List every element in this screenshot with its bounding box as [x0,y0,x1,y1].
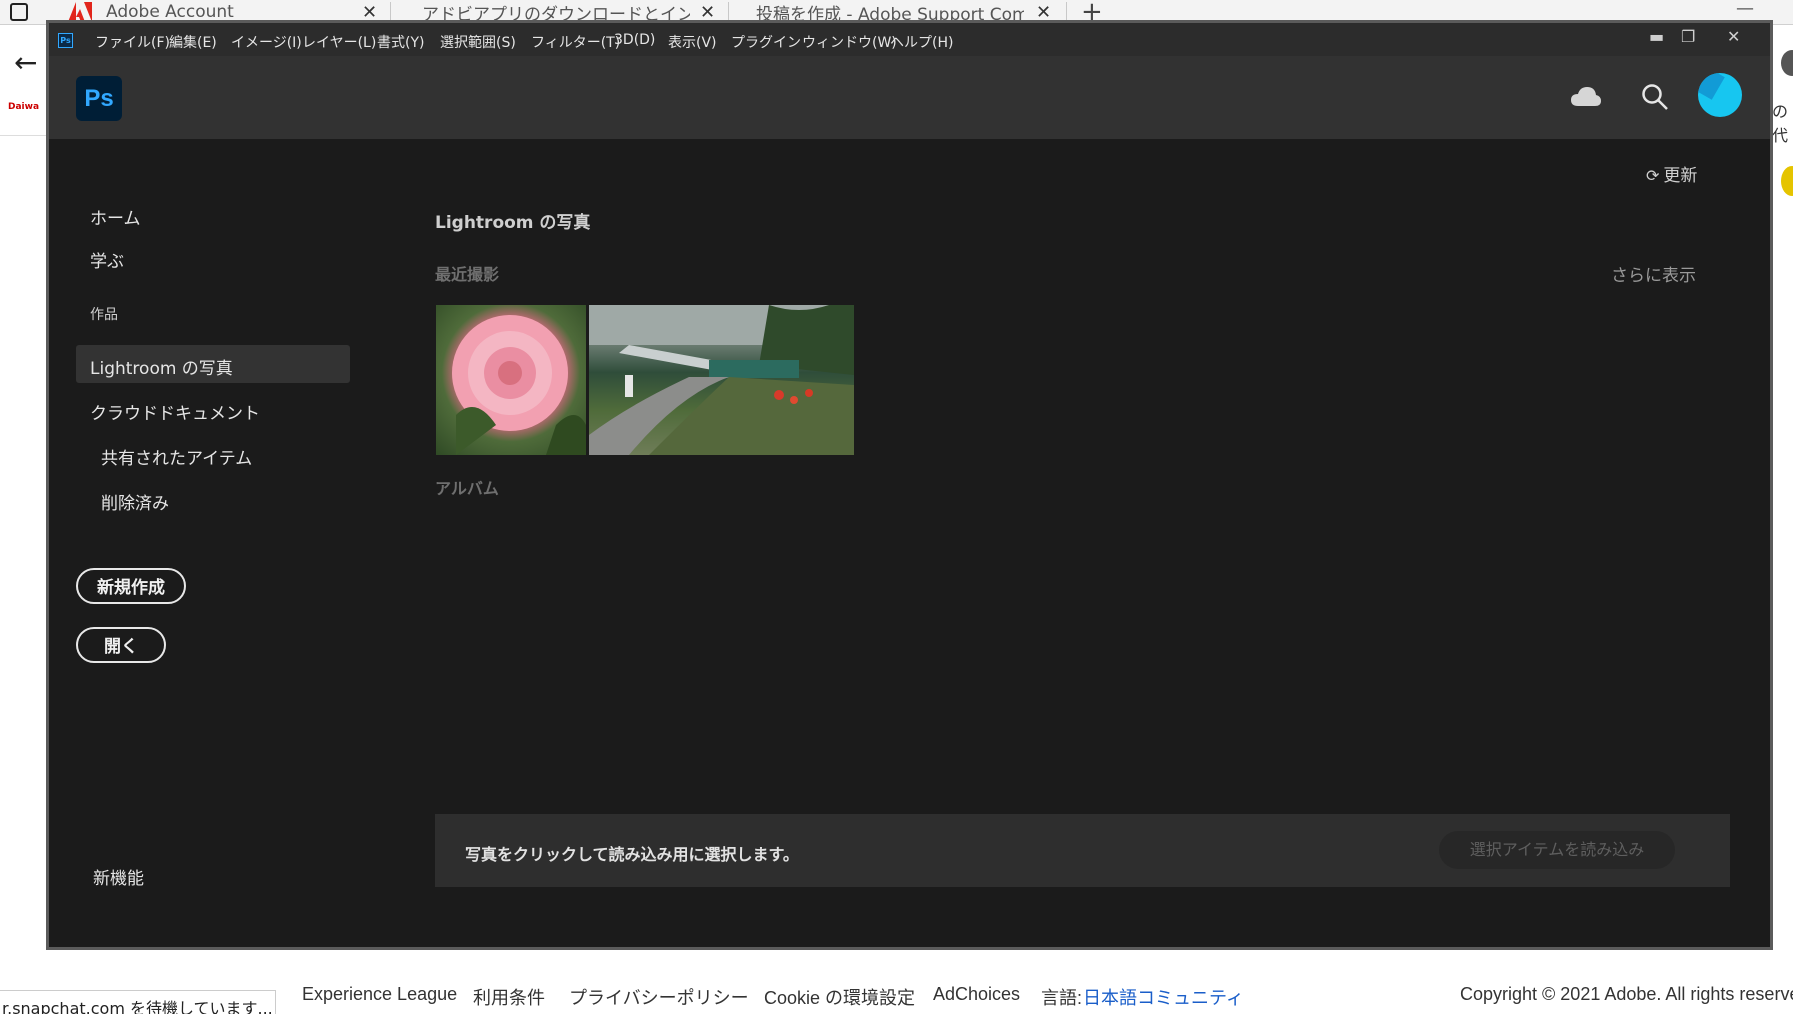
footer-link-privacy[interactable]: プライバシーポリシー [569,984,749,1010]
cloud-icon[interactable] [1570,86,1602,108]
footer-link-terms[interactable]: 利用条件 [473,984,545,1010]
footer-language-label: 言語: [1041,988,1083,1008]
menu-filter[interactable]: フィルター(T) [531,32,620,52]
photo-thumbnail-rose[interactable] [436,305,586,455]
menu-3d[interactable]: 3D(D) [614,32,655,48]
menu-select[interactable]: 選択範囲(S) [440,32,516,52]
bookmark-daiwa[interactable]: Daiwa [8,102,39,112]
import-selected-button[interactable]: 選択アイテムを読み込み [1439,831,1675,869]
menu-window[interactable]: ウィンドウ(W) [802,32,897,52]
menu-view[interactable]: 表示(V) [668,32,717,52]
minimize-button[interactable]: ▬ [1649,27,1664,46]
avatar-wedge [1698,73,1725,100]
page-edge-avatar [1781,50,1793,76]
tab-separator [1066,2,1067,22]
page-edge-text: の代 [1772,102,1789,145]
menu-plugins[interactable]: プラグイン [731,32,801,52]
footer-link-cookie[interactable]: Cookie の環境設定 [764,984,915,1010]
avatar[interactable] [1698,73,1742,117]
whats-new-link[interactable]: 新機能 [93,864,144,889]
menu-layer[interactable]: レイヤー(L) [302,32,376,52]
tab-separator [728,2,729,22]
photoshop-logo: Ps [76,76,122,121]
show-more-link[interactable]: さらに表示 [1611,261,1696,286]
close-button[interactable]: ✕ [1727,27,1740,46]
sidebar-item-shared[interactable]: 共有されたアイテム [101,444,252,469]
recent-label: 最近撮影 [435,265,500,284]
road-image [589,305,854,455]
open-button[interactable]: 開く [76,627,166,663]
footer-link-experience-league[interactable]: Experience League [302,984,457,1005]
browser-minimize-icon[interactable]: — [1736,0,1754,19]
app-header: Ps [49,56,1770,139]
footer-language-link[interactable]: 日本語コミュニティ [1083,984,1244,1010]
photoshop-window: Ps ファイル(F) 編集(E) イメージ(I) レイヤー(L) 書式(Y) 選… [46,20,1773,950]
rose-image [452,315,586,455]
sidebar-section-works: 作品 [90,307,118,323]
refresh-button[interactable]: ⟳ 更新 [1646,161,1697,186]
photoshop-app-icon: Ps [58,33,73,48]
sidebar-item-learn[interactable]: 学ぶ [90,247,124,272]
menu-type[interactable]: 書式(Y) [377,32,424,52]
photo-thumbnail-road[interactable] [589,305,854,455]
divider [0,135,46,136]
import-status-bar: 写真をクリックして読み込み用に選択します。 選択アイテムを読み込み [435,814,1730,887]
sidebar-item-deleted[interactable]: 削除済み [101,489,169,514]
new-button[interactable]: 新規作成 [76,568,186,604]
footer-link-adchoices[interactable]: AdChoices [933,984,1020,1005]
menu-help[interactable]: ヘルプ(H) [890,32,953,52]
menu-bar: Ps ファイル(F) 編集(E) イメージ(I) レイヤー(L) 書式(Y) 選… [49,23,1770,56]
sidebar-item-lightroom-photos[interactable]: Lightroom の写真 [90,354,233,379]
tab-separator [390,2,391,22]
tab-actions-icon[interactable] [10,3,28,21]
search-icon[interactable] [1641,83,1669,111]
refresh-icon: ⟳ [1646,166,1660,185]
page-title: Lightroom の写真 [435,213,591,233]
sidebar-item-home[interactable]: ホーム [90,204,141,229]
sidebar-item-cloud-documents[interactable]: クラウドドキュメント [90,399,260,424]
menu-image[interactable]: イメージ(I) [231,32,302,52]
back-arrow-icon[interactable]: ← [14,46,37,79]
copyright: Copyright © 2021 Adobe. All rights reser… [1460,984,1793,1004]
instruction-text: 写真をクリックして読み込み用に選択します。 [465,845,799,864]
tab-title: Adobe Account [106,2,234,22]
page-edge-badge [1781,166,1793,196]
adobe-logo-icon [68,2,92,22]
browser-status-text: r.snapchat.com を待機しています... [0,990,276,1014]
maximize-button[interactable]: ❐ [1681,27,1695,46]
menu-file[interactable]: ファイル(F) [95,32,170,52]
refresh-label: 更新 [1663,166,1698,186]
album-label: アルバム [435,479,499,498]
menu-edit[interactable]: 編集(E) [169,32,217,52]
